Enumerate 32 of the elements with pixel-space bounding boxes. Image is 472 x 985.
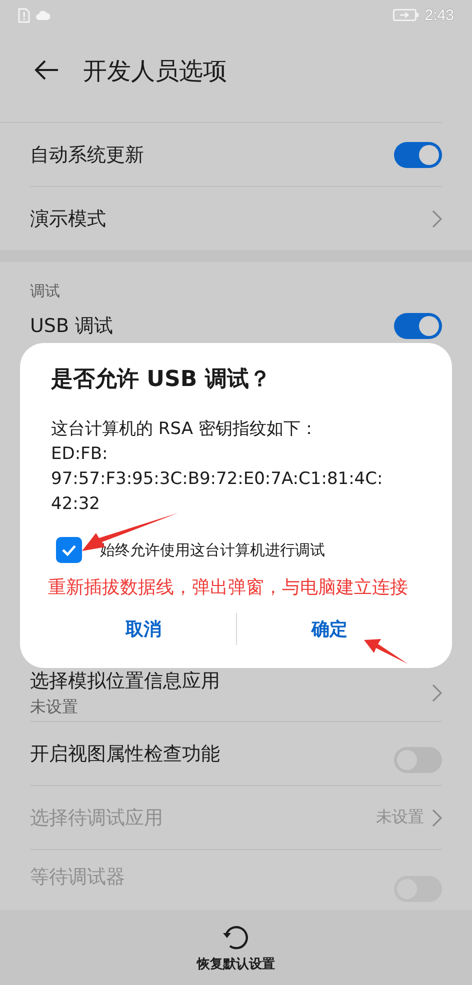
chevron-icon <box>432 808 442 826</box>
check-icon <box>61 544 77 556</box>
checkbox[interactable] <box>56 537 82 563</box>
section-header: 调试 <box>29 281 61 302</box>
dialog-button[interactable]: 取消 <box>51 609 236 649</box>
cloud-icon <box>36 10 50 20</box>
message-text: 这台计算机的 RSA 密钥指纹如下： <box>51 418 318 441</box>
arrow <box>362 636 410 666</box>
setting-label: 演示模式 <box>30 206 106 232</box>
message-text: ED:FB: <box>51 443 109 466</box>
page-title: 开发人员选项 <box>83 56 227 86</box>
chevron-icon <box>432 210 442 228</box>
setting-label: 自动系统更新 <box>30 142 144 168</box>
setting-label: 开启视图属性检查功能 <box>30 742 220 766</box>
toggle-switch[interactable] <box>394 142 442 168</box>
sim-alert-icon <box>18 8 30 22</box>
setting-value: 未设置 <box>30 696 79 718</box>
setting-label: 选择待调试应用 <box>30 806 163 830</box>
reset-button[interactable]: 恢复默认设置 <box>0 910 472 985</box>
setting-label: 选择模拟位置信息应用 <box>30 668 220 694</box>
back-icon[interactable] <box>33 59 59 81</box>
setting-value: 未设置 <box>376 807 424 828</box>
chevron-icon <box>432 684 442 702</box>
message-text: 97:57:F3:95:3C:B9:72:E0:7A:C1:81:4C: <box>51 468 384 491</box>
dialog-title: 是否允许 USB 调试？ <box>51 366 272 394</box>
toggle-switch[interactable] <box>394 313 442 339</box>
setting-label: USB 调试 <box>30 314 114 339</box>
message-text: 42:32 <box>51 493 101 516</box>
battery-charging-icon <box>392 9 419 21</box>
annotation-text: 重新插拔数据线，弹出弹窗，与电脑建立连接 <box>48 576 409 599</box>
setting-label: 等待调试器 <box>30 865 125 890</box>
dialog-button[interactable]: 确定 <box>237 609 422 649</box>
